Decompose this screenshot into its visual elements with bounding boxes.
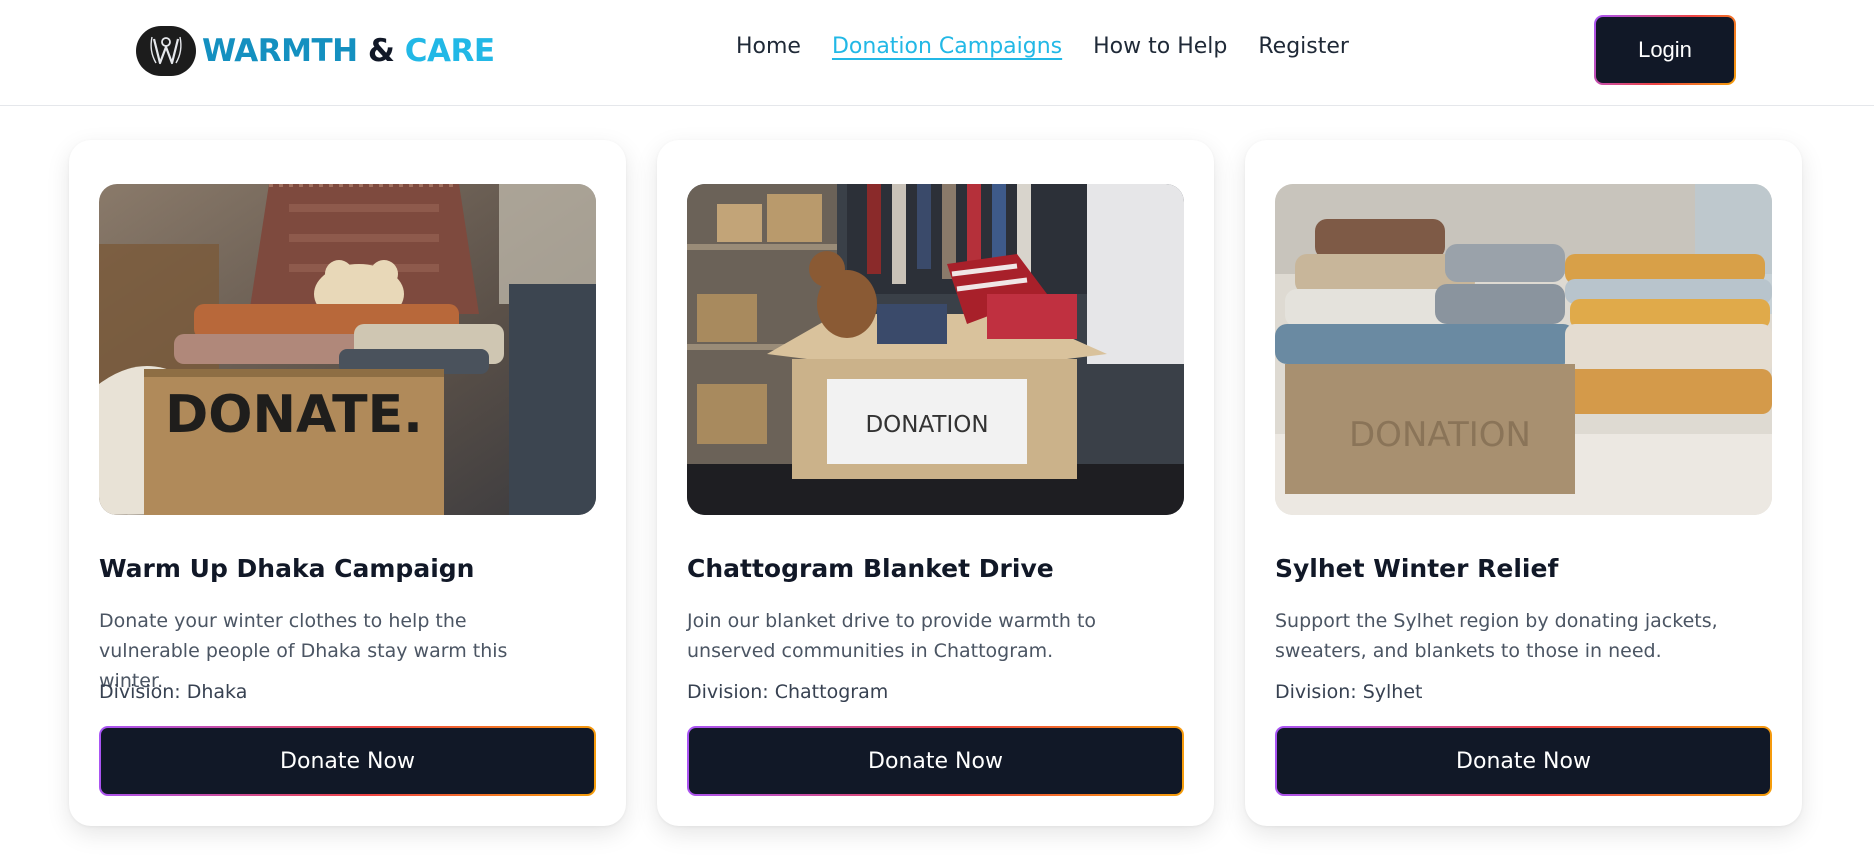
nav-register[interactable]: Register: [1258, 34, 1349, 59]
brand-name: WARMTH & CARE: [202, 33, 495, 69]
campaign-division: Division: Dhaka: [99, 681, 248, 703]
box-label-text: DONATION: [865, 412, 988, 438]
login-button-border: Login: [1594, 15, 1736, 85]
brand-name-part2: &: [367, 33, 395, 69]
donate-button-border: Donate Now: [687, 726, 1184, 796]
donate-button-border: Donate Now: [99, 726, 596, 796]
campaign-division: Division: Chattogram: [687, 681, 889, 703]
campaign-card: DONATION Sylhet Winter Relief Support th…: [1245, 140, 1802, 826]
campaign-card: DONATE. Warm Up Dhaka Campaign Donate yo…: [69, 140, 626, 826]
donate-now-button[interactable]: Donate Now: [101, 728, 594, 794]
nav-donation-campaigns[interactable]: Donation Campaigns: [832, 34, 1062, 59]
main-nav: Home Donation Campaigns How to Help Regi…: [736, 34, 1349, 59]
login-button[interactable]: Login: [1596, 17, 1734, 83]
donation-box-photo: DONATION: [1275, 184, 1772, 515]
campaign-image: DONATE.: [99, 184, 596, 515]
site-header: WARMTH & CARE Home Donation Campaigns Ho…: [0, 0, 1874, 106]
brand-name-part1: WARMTH: [202, 33, 358, 69]
logo-icon: [136, 26, 196, 76]
box-label-text: DONATION: [1349, 415, 1531, 455]
donate-button-border: Donate Now: [1275, 726, 1772, 796]
nav-home[interactable]: Home: [736, 34, 801, 59]
box-label-text: DONATE.: [165, 385, 423, 445]
campaign-title: Warm Up Dhaka Campaign: [99, 554, 475, 583]
campaign-image: DONATION: [687, 184, 1184, 515]
donate-now-button[interactable]: Donate Now: [1277, 728, 1770, 794]
campaign-division: Division: Sylhet: [1275, 681, 1423, 703]
campaign-description: Join our blanket drive to provide warmth…: [687, 610, 1097, 662]
donation-box-photo: DONATION: [687, 184, 1184, 515]
brand-name-part3: CARE: [404, 33, 495, 69]
donate-box-photo: DONATE.: [99, 184, 596, 515]
nav-how-to-help[interactable]: How to Help: [1093, 34, 1227, 59]
brand-logo[interactable]: WARMTH & CARE: [136, 26, 495, 76]
campaign-title: Sylhet Winter Relief: [1275, 554, 1559, 583]
campaign-image: DONATION: [1275, 184, 1772, 515]
campaign-card: DONATION Chattogram Blanket Drive Join o…: [657, 140, 1214, 826]
campaign-description: Support the Sylhet region by donating ja…: [1275, 610, 1718, 662]
campaign-title: Chattogram Blanket Drive: [687, 554, 1054, 583]
donate-now-button[interactable]: Donate Now: [689, 728, 1182, 794]
